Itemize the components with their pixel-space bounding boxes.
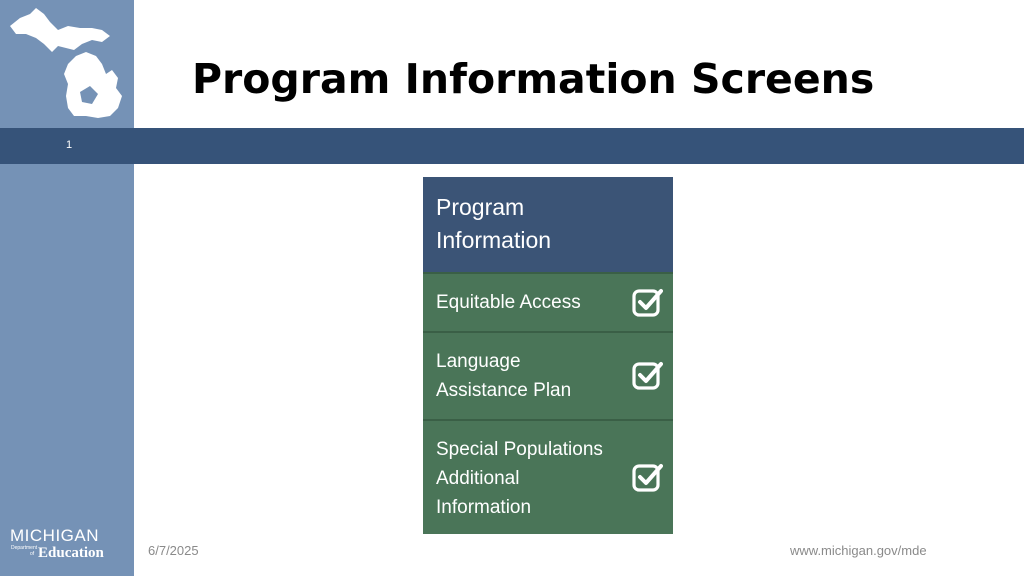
logo-small-text-2: of (30, 551, 35, 557)
menu-item-label-line-1: Special Populations (436, 439, 603, 460)
page-title: Program Information Screens (192, 55, 875, 103)
menu-header: Program Information (423, 177, 673, 272)
menu-header-line-1: Program (436, 194, 525, 220)
menu-item-label: Equitable Access (436, 292, 581, 313)
logo-top-word: MICHIGAN (10, 526, 99, 545)
menu-item-language-assistance-plan[interactable]: Language Assistance Plan (423, 331, 673, 419)
checkbox-checked-icon (632, 289, 663, 317)
program-information-menu: Program Information Equitable Access Lan… (423, 177, 673, 534)
menu-item-label-line-3: Information (436, 497, 532, 518)
header-banner (0, 128, 1024, 164)
slide-number: 1 (66, 139, 73, 151)
left-sidebar (0, 0, 134, 576)
menu-item-label-line-1: Language (436, 351, 521, 372)
slide-date: 6/7/2025 (148, 543, 199, 558)
menu-item-equitable-access[interactable]: Equitable Access (423, 272, 673, 331)
michigan-education-logo: MICHIGAN Department of Education (10, 526, 105, 561)
checkbox-checked-icon (632, 464, 663, 492)
michigan-map-icon (10, 8, 122, 118)
menu-item-label-line-2: Additional (436, 468, 520, 489)
footer-url: www.michigan.gov/mde (790, 543, 927, 558)
menu-item-label-line-2: Assistance Plan (436, 380, 572, 401)
logo-bottom-word: Education (38, 545, 105, 561)
checkbox-checked-icon (632, 362, 663, 390)
menu-header-line-2: Information (436, 227, 552, 253)
menu-item-special-populations[interactable]: Special Populations Additional Informati… (423, 419, 673, 534)
